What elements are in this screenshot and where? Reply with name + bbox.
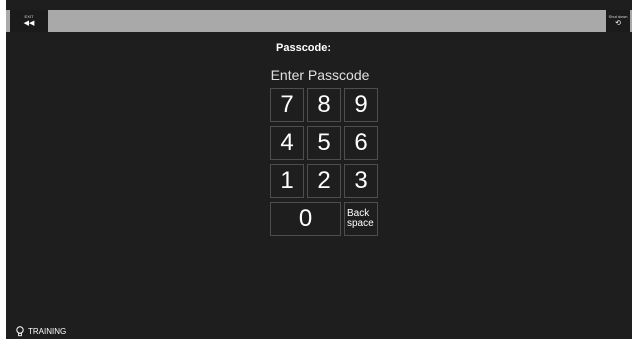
- passcode-display: Enter Passcode: [270, 67, 370, 83]
- top-bar: [6, 10, 632, 32]
- key-0[interactable]: 0: [270, 202, 341, 236]
- backspace-label-line2: space: [347, 218, 374, 229]
- training-status: TRAINING: [16, 324, 66, 338]
- key-3[interactable]: 3: [344, 164, 378, 198]
- passcode-title: Passcode:: [276, 42, 332, 54]
- backspace-button[interactable]: Back space: [344, 202, 378, 236]
- key-7[interactable]: 7: [270, 88, 304, 122]
- lightbulb-icon: [16, 325, 24, 336]
- power-icon: ⟲: [615, 19, 621, 27]
- key-9[interactable]: 9: [344, 88, 378, 122]
- key-2[interactable]: 2: [307, 164, 341, 198]
- exit-button[interactable]: EXIT ◀◀: [10, 10, 48, 32]
- training-label: TRAINING: [28, 326, 67, 336]
- key-4[interactable]: 4: [270, 126, 304, 160]
- key-5[interactable]: 5: [307, 126, 341, 160]
- key-1[interactable]: 1: [270, 164, 304, 198]
- back-arrow-icon: ◀◀: [23, 19, 35, 27]
- pos-screen: EXIT ◀◀ Shut down ⟲ Passcode: Enter Pass…: [6, 0, 632, 339]
- key-8[interactable]: 8: [307, 88, 341, 122]
- key-6[interactable]: 6: [344, 126, 378, 160]
- shutdown-button[interactable]: Shut down ⟲: [606, 10, 630, 32]
